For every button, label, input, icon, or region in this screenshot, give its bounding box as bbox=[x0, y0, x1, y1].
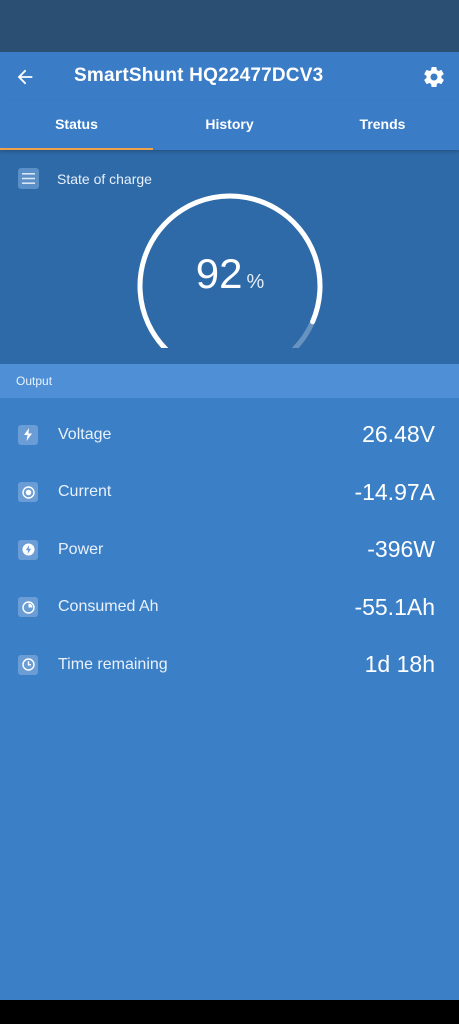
page-title: SmartShunt HQ22477DCV3 bbox=[74, 65, 324, 86]
state-of-charge-panel: State of charge 92% bbox=[0, 150, 459, 364]
row-label: Consumed Ah bbox=[58, 598, 159, 616]
gear-icon bbox=[424, 67, 444, 88]
power-icon bbox=[18, 539, 38, 560]
row-power[interactable]: Power -396W bbox=[0, 521, 459, 579]
consumed-icon bbox=[18, 597, 38, 618]
soc-gauge: 92% bbox=[130, 188, 330, 353]
soc-value: 92% bbox=[130, 250, 330, 298]
soc-label: State of charge bbox=[57, 170, 152, 187]
tab-bar: Status History Trends bbox=[0, 100, 459, 150]
row-value: -55.1Ah bbox=[354, 593, 435, 620]
row-label: Voltage bbox=[58, 425, 112, 443]
back-button[interactable] bbox=[12, 64, 38, 90]
soc-unit: % bbox=[246, 271, 265, 293]
settings-button[interactable] bbox=[421, 64, 447, 90]
tab-history[interactable]: History bbox=[153, 100, 306, 150]
row-consumed-ah[interactable]: Consumed Ah -55.1Ah bbox=[0, 579, 459, 637]
clock-icon bbox=[18, 654, 38, 675]
soc-number: 92 bbox=[195, 250, 243, 297]
row-voltage[interactable]: Voltage 26.48V bbox=[0, 406, 459, 464]
bolt-icon bbox=[18, 424, 38, 445]
list-icon bbox=[18, 168, 39, 189]
system-navigation-bar bbox=[0, 1000, 459, 1024]
output-section-header: Output bbox=[0, 364, 459, 398]
row-label: Power bbox=[58, 540, 104, 558]
tab-status[interactable]: Status bbox=[0, 100, 153, 150]
row-value: -396W bbox=[367, 536, 435, 563]
current-icon bbox=[18, 482, 38, 503]
row-value: 26.48V bbox=[362, 421, 435, 448]
row-value: -14.97A bbox=[354, 478, 435, 505]
row-label: Time remaining bbox=[58, 655, 168, 673]
arrow-left-icon bbox=[17, 69, 33, 85]
output-list: Voltage 26.48V Current -14.97A Power -39… bbox=[0, 398, 459, 694]
tab-trends[interactable]: Trends bbox=[306, 100, 459, 150]
row-value: 1d 18h bbox=[364, 651, 435, 678]
row-time-remaining[interactable]: Time remaining 1d 18h bbox=[0, 636, 459, 694]
system-status-bar bbox=[0, 0, 459, 52]
row-current[interactable]: Current -14.97A bbox=[0, 464, 459, 522]
row-label: Current bbox=[58, 483, 112, 501]
soc-header: State of charge bbox=[18, 168, 152, 189]
app-bar: SmartShunt HQ22477DCV3 bbox=[0, 52, 459, 100]
